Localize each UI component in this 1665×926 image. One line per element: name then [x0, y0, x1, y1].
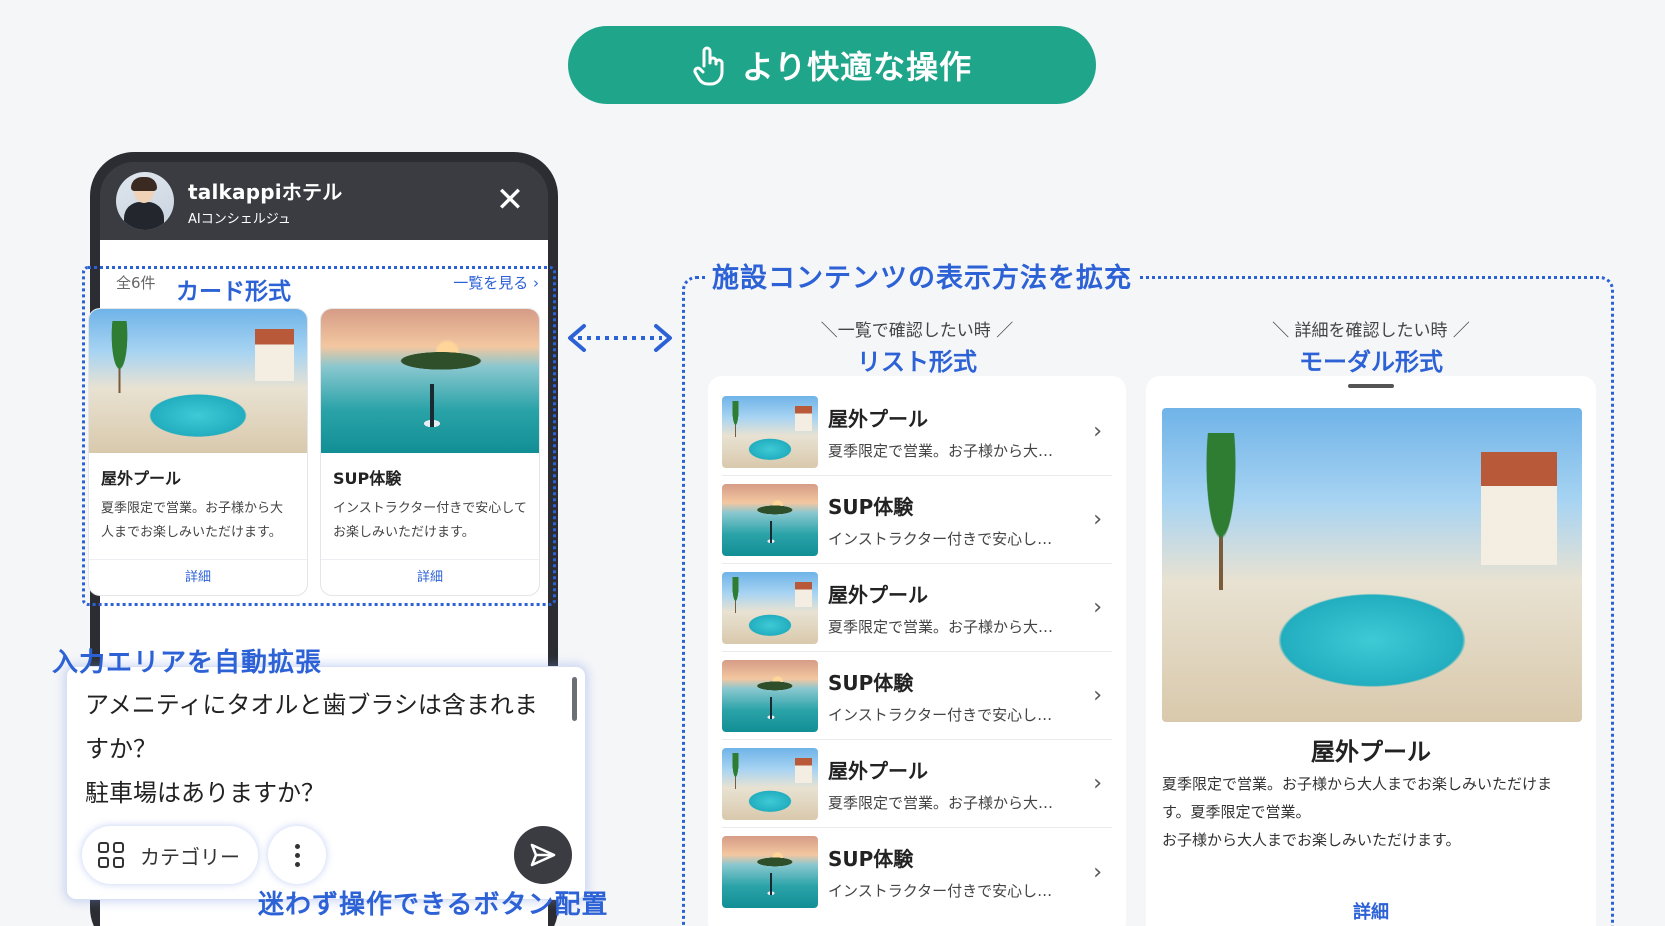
grid-icon: [98, 842, 124, 868]
list-item-title: SUP体験: [828, 494, 914, 519]
list-item-title: 屋外プール: [828, 758, 928, 783]
facility-card[interactable]: SUP体験 インストラクター付きで安心してお楽しみいただけます。 詳細: [320, 308, 540, 596]
category-button-label: カテゴリー: [140, 844, 240, 869]
modal-format-label: モーダル形式: [1299, 348, 1443, 376]
list-item-desc: 夏季限定で営業。お子様から大…: [828, 441, 1054, 460]
input-line: 駐車場はありますか？: [85, 779, 325, 807]
modal-caption: ＼ 詳細を確認したい時 ／: [1272, 321, 1470, 341]
list-item-title: 屋外プール: [828, 582, 928, 607]
list-item-title: SUP体験: [828, 847, 914, 871]
modal-description: 夏季限定で営業。お子様から大人までお楽しみいただけま す。夏季限定で営業。 お子…: [1162, 770, 1582, 854]
tap-hand-icon: [693, 46, 724, 86]
list-item[interactable]: SUP体験インストラクター付きで安心し… ›: [722, 652, 1112, 740]
list-item-desc: インストラクター付きで安心し…: [828, 882, 1053, 900]
card-detail-link[interactable]: 詳細: [89, 559, 307, 595]
list-item[interactable]: 屋外プール夏季限定で営業。お子様から大… ›: [722, 388, 1112, 476]
feature-banner: より快適な操作: [568, 26, 1096, 104]
chat-title: talkappiホテル: [188, 179, 343, 204]
concierge-avatar: [116, 172, 174, 230]
modal-desc-line: お子様から大人までお楽しみいただけます。: [1162, 831, 1461, 849]
card-title: 屋外プール: [101, 469, 182, 488]
modal-title: 屋外プール: [1311, 738, 1431, 766]
modal-desc-line: 夏季限定で営業。お子様から大人までお楽しみいただけま: [1162, 775, 1553, 793]
card-detail-link[interactable]: 詳細: [321, 559, 539, 595]
auto-expand-label: 入力エリアを自動拡張: [52, 648, 323, 678]
list-item[interactable]: 屋外プール夏季限定で営業。お子様から大… ›: [722, 740, 1112, 828]
double-arrow-icon: [568, 324, 672, 352]
chat-header: talkappiホテル AIコンシェルジュ ✕: [100, 162, 548, 240]
pool-thumbnail: [722, 395, 818, 468]
send-icon: [530, 843, 556, 867]
facility-card[interactable]: 屋外プール 夏季限定で営業。お子様から大人までお楽しみいただけます。 詳細: [88, 308, 308, 596]
chevron-right-icon: ›: [1093, 683, 1102, 708]
card-description: インストラクター付きで安心してお楽しみいただけます。: [333, 501, 527, 540]
result-count: 全6件: [116, 274, 156, 292]
chevron-right-icon: ›: [1093, 771, 1102, 796]
sup-thumbnail: [722, 836, 818, 908]
list-format-label: リスト形式: [857, 348, 977, 376]
sup-thumbnail: [722, 659, 818, 732]
list-item-title: SUP体験: [828, 670, 914, 695]
button-layout-label: 迷わず操作できるボタン配置: [258, 890, 609, 920]
see-all-link[interactable]: 一覧を見る ›: [453, 272, 539, 293]
list-item-desc: 夏季限定で営業。お子様から大…: [828, 617, 1054, 636]
list-item[interactable]: SUP体験インストラクター付きで安心し… ›: [722, 476, 1112, 564]
card-description: 夏季限定で営業。お子様から大人までお楽しみいただけます。: [101, 501, 284, 540]
list-item[interactable]: SUP体験インストラクター付きで安心し… ›: [722, 828, 1112, 916]
chevron-right-icon: ›: [1093, 507, 1102, 532]
sup-thumbnail: [722, 483, 818, 556]
banner-label: より快適な操作: [741, 48, 973, 86]
pool-image: [1162, 408, 1582, 722]
chevron-right-icon: ›: [1093, 859, 1102, 885]
card-title: SUP体験: [333, 469, 402, 488]
list-panel: 屋外プール 夏季限定で営業。お子様から大… › SUP体験 インストラクター付きで安…: [708, 376, 1126, 926]
card-format-label: カード形式: [176, 279, 291, 305]
pool-thumbnail: [722, 571, 818, 644]
list-caption: ＼一覧で確認したい時 ／: [820, 321, 1014, 341]
display-formats-title: 施設コンテンツの表示方法を拡充: [706, 256, 1138, 295]
send-button[interactable]: [514, 826, 572, 884]
list-item-title: 屋外プール: [828, 406, 928, 431]
list-item-desc: 夏季限定で営業。お子様から大…: [828, 793, 1054, 812]
more-options-button[interactable]: [268, 826, 326, 884]
close-icon[interactable]: ✕: [490, 180, 530, 220]
chat-subtitle: AIコンシェルジュ: [188, 211, 291, 227]
category-button[interactable]: カテゴリー: [82, 826, 258, 884]
more-vertical-icon: [294, 843, 300, 849]
list-item[interactable]: 屋外プール夏季限定で営業。お子様から大… ›: [722, 564, 1112, 652]
message-input-text[interactable]: アメニティにタオルと歯ブラシは含まれますか？ 駐車場はありますか？: [85, 683, 555, 815]
modal-drag-handle[interactable]: [1348, 384, 1394, 388]
list-item-desc: インストラクター付きで安心し…: [828, 529, 1053, 548]
modal-desc-line: す。夏季限定で営業。: [1162, 803, 1311, 821]
pool-thumbnail: [722, 747, 818, 820]
list-item-desc: インストラクター付きで安心し…: [828, 705, 1053, 724]
chevron-right-icon: ›: [1093, 595, 1102, 620]
pool-image: [89, 309, 307, 453]
input-line: アメニティにタオルと歯ブラシは含まれますか？: [85, 691, 538, 763]
modal-detail-link[interactable]: 詳細: [1146, 898, 1596, 924]
chevron-right-icon: ›: [1093, 419, 1102, 444]
input-scrollbar[interactable]: [572, 677, 577, 721]
sup-image: [321, 309, 539, 453]
